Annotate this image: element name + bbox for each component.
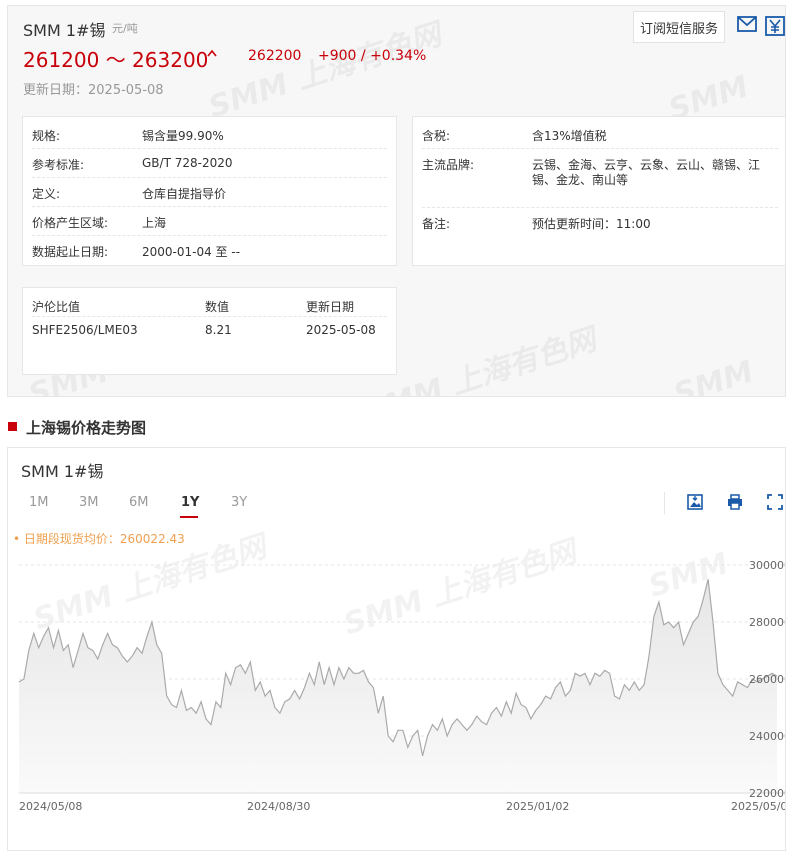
x-tick-label: 2025/01/02: [506, 800, 569, 813]
price-chart-panel: SMM 上海有色网 SMM 上海有色网 SMM 3000002800002600…: [7, 447, 786, 851]
y-tick-label: 260000: [749, 673, 786, 686]
section-title: 上海锡价格走势图: [26, 419, 147, 437]
x-tick-label: 2024/08/30: [247, 800, 310, 813]
spec-row: 数据起止日期: 2000-01-04 至 --: [32, 245, 241, 259]
chart-product-name: SMM 1#锡: [21, 462, 104, 481]
series-area: [19, 579, 777, 793]
subscribe-sms-button[interactable]: 订阅短信服务: [633, 11, 725, 43]
tab-3y[interactable]: 3Y: [231, 495, 247, 510]
toolbar-divider: [664, 492, 665, 514]
spec-row: 备注: 预估更新时间：11:00: [422, 217, 651, 231]
spec-row: 规格: 锡含量99.90%: [32, 127, 387, 149]
spec-box-left: 规格: 锡含量99.90% 参考标准: GB/T 728-2020 定义: 仓库自提指…: [22, 116, 397, 266]
y-tick-label: 240000: [749, 730, 786, 743]
ratio-cell: 2025-05-08: [306, 323, 376, 337]
mail-icon[interactable]: [737, 16, 757, 35]
price-chart[interactable]: 300000 280000 260000 240000 220000 2024/05/08…: [8, 448, 786, 851]
spec-row: 价格产生区域: 上海: [32, 214, 387, 236]
watermark: SMM 上海有色网: [204, 17, 446, 126]
x-tick-label: 2024/05/08: [19, 800, 82, 813]
section-title-marker: [8, 422, 17, 431]
ratio-header: 数值: [205, 300, 230, 314]
watermark: SMM: [669, 354, 758, 397]
ratio-box: 沪伦比值 数值 更新日期 SHFE2506/LME03 8.21 2025-05…: [22, 287, 397, 375]
tab-3m[interactable]: 3M: [79, 495, 99, 510]
spec-row: 定义: 仓库自提指导价: [32, 185, 387, 207]
price-change: +900 / +0.34%: [318, 48, 427, 64]
product-name: SMM 1#锡: [23, 21, 106, 40]
y-tick-label: 280000: [749, 616, 786, 629]
ratio-cell: 8.21: [205, 323, 232, 337]
download-image-icon[interactable]: [687, 494, 703, 513]
active-tab-indicator: [180, 516, 198, 518]
y-tick-label: 220000: [749, 787, 786, 800]
tab-6m[interactable]: 6M: [129, 495, 149, 510]
ratio-cell: SHFE2506/LME03: [32, 323, 138, 337]
x-tick-label: 2025/05/08: [731, 800, 786, 813]
spec-row: 含税: 含13%增值税: [422, 127, 778, 149]
price-range: 261200 ～ 263200: [23, 48, 209, 72]
product-info-panel: SMM 上海有色网 SMM SMM 上海有色网 SMM SMM SMM 1#锡 …: [7, 5, 786, 397]
price-unit: 元/吨: [112, 22, 138, 35]
average-price: 262200: [248, 48, 302, 64]
ratio-header: 沪伦比值: [32, 300, 81, 314]
tab-1y[interactable]: 1Y: [181, 495, 199, 510]
print-icon[interactable]: [727, 494, 743, 513]
y-tick-label: 300000: [749, 559, 786, 572]
fullscreen-icon[interactable]: [767, 494, 783, 513]
spec-box-right: 含税: 含13%增值税 主流品牌: 云锡、金海、云亨、云象、云山、赣锡、江 锡、金龙、…: [412, 116, 785, 266]
ratio-header: 更新日期: [306, 300, 355, 314]
update-date: 更新日期：2025-05-08: [23, 83, 164, 98]
spec-row: 参考标准: GB/T 728-2020: [32, 156, 387, 178]
spec-row: 主流品牌: 云锡、金海、云亨、云象、云山、赣锡、江 锡、金龙、南山等: [422, 156, 778, 208]
yen-icon[interactable]: [765, 16, 785, 39]
arrow-up-icon: [207, 46, 217, 60]
tab-1m[interactable]: 1M: [29, 495, 49, 510]
period-average-price: • 日期段现货均价：260022.43: [13, 532, 185, 546]
